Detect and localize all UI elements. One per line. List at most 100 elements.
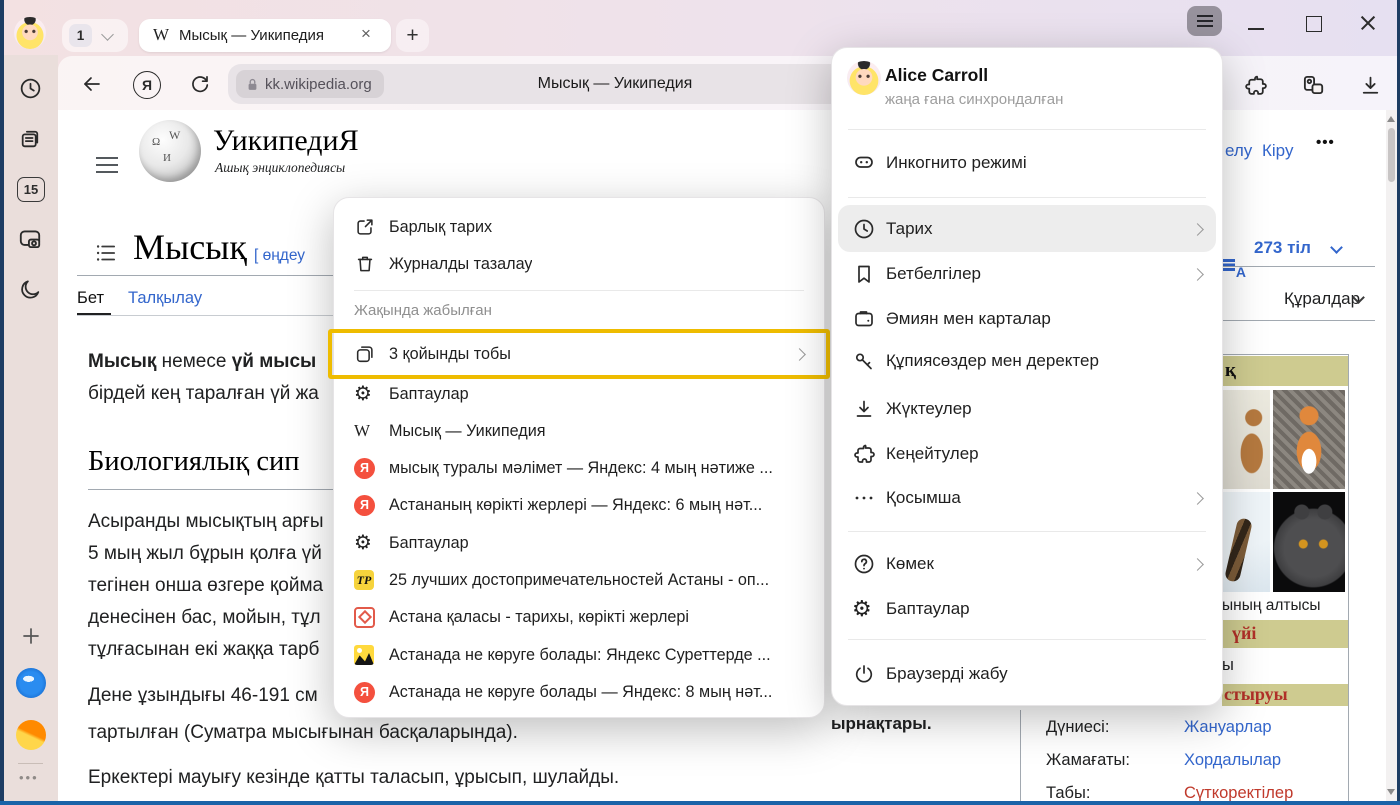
cat-photo[interactable]	[1273, 492, 1345, 592]
menu-item-settings[interactable]: ⚙ Баптаулар	[334, 377, 824, 411]
language-count[interactable]: 273 тіл	[1254, 238, 1311, 258]
edit-link[interactable]: [ өңдеу	[254, 247, 305, 265]
extensions-icon[interactable]	[1243, 73, 1268, 98]
download-icon[interactable]	[1358, 73, 1383, 98]
translate-icon: A	[1222, 256, 1246, 278]
gear-icon: ⚙	[354, 384, 380, 404]
history-entry-yandex-search[interactable]: Я мысық туралы мәлімет — Яндекс: 4 мың н…	[334, 451, 824, 485]
taxonomy-label: Жамағаты:	[1046, 751, 1130, 770]
history-entry-yandex-search[interactable]: Я Астананың көрікті жерлері — Яндекс: 6 …	[334, 488, 824, 522]
yandex-mail-icon[interactable]	[16, 720, 46, 750]
new-tab-button[interactable]: +	[396, 19, 429, 52]
tab-talk[interactable]: Талқылау	[128, 289, 202, 308]
wiki-menu-icon[interactable]	[96, 164, 118, 166]
history-entry-tripadvisor[interactable]: TP 25 лучших достопримечательностей Аста…	[334, 563, 824, 597]
scrollbar-thumb[interactable]	[1388, 128, 1395, 182]
tab-counter[interactable]: 1	[62, 19, 128, 52]
menu-item-close-browser[interactable]: Браузерді жабу	[832, 656, 1222, 692]
help-icon	[852, 552, 882, 576]
infobox-header-bar: үйі	[1222, 620, 1348, 648]
history-entry-yandex-images[interactable]: Астанада не көруге болады: Яндекс Суретт…	[334, 638, 824, 672]
history-entry-astana[interactable]: Астана қаласы - тарихы, көрікті жерлері	[334, 600, 824, 634]
infobox-title-fragment: қ	[1225, 360, 1236, 382]
clock-icon	[852, 217, 882, 241]
wiki-tagline: Ашық энциклопедиясы	[215, 160, 345, 176]
history-entry-wikipedia[interactable]: W Мысық — Уикипедия	[334, 414, 824, 448]
cat-photo[interactable]	[1222, 390, 1270, 489]
article-line: тартылған (Суматра мысығынан басқаларынд…	[88, 722, 518, 744]
menu-item-settings[interactable]: ⚙ Баптаулар	[334, 526, 824, 560]
menu-item-bookmarks[interactable]: Бетбелгілер	[832, 256, 1222, 292]
cat-photo[interactable]	[1273, 390, 1345, 489]
key-icon	[852, 349, 882, 373]
profile-name[interactable]: Alice Carroll	[885, 65, 988, 86]
infobox-header-fragment: үйі	[1232, 623, 1256, 644]
heading-rule	[88, 489, 335, 490]
menu-divider	[848, 197, 1206, 198]
menu-item-more[interactable]: Қосымша	[832, 480, 1222, 516]
history-entry-yandex-search[interactable]: Я Астанада не көруге болады — Яндекс: 8 …	[334, 675, 824, 709]
taxonomy-value[interactable]: Жануарлар	[1184, 718, 1272, 737]
screenshot-icon[interactable]	[17, 226, 43, 252]
browser-tab[interactable]: W Мысық — Уикипедия ×	[139, 19, 391, 52]
back-icon[interactable]	[80, 72, 104, 96]
yandex-button[interactable]: Я	[133, 71, 161, 99]
passwords-cards-icon[interactable]	[1300, 72, 1326, 98]
menu-item-extensions[interactable]: Кеңейтулер	[832, 436, 1222, 472]
scroll-down-icon[interactable]	[1387, 789, 1395, 795]
tab-page[interactable]: Бет	[77, 289, 104, 308]
taxonomy-value[interactable]: Хордалылар	[1184, 751, 1281, 770]
infobox-top-border	[1222, 354, 1348, 355]
sidebar-more-icon[interactable]: •••	[19, 770, 39, 785]
wiki-wordmark[interactable]: УикипедиЯ	[213, 124, 359, 158]
menu-button[interactable]	[1187, 6, 1222, 36]
profile-avatar[interactable]	[14, 17, 46, 49]
article-line: 5 мың жыл бұрын қолға үй	[88, 543, 322, 565]
history-sidebar-icon[interactable]	[18, 76, 43, 101]
tab-count-badge: 1	[69, 24, 92, 47]
chevron-right-icon	[1191, 223, 1204, 236]
scrollbar[interactable]	[1386, 110, 1397, 801]
wikipedia-globe-logo[interactable]: Ω W И	[139, 120, 201, 182]
window-minimize-button[interactable]	[1248, 28, 1264, 30]
window-close-button[interactable]	[1360, 15, 1376, 31]
globe-glyph: W	[169, 128, 180, 143]
menu-item-clear-history[interactable]: Журналды тазалау	[334, 247, 824, 281]
window-maximize-button[interactable]	[1306, 16, 1322, 32]
tab-close-icon[interactable]: ×	[361, 24, 371, 44]
scroll-up-icon[interactable]	[1387, 116, 1395, 122]
profile-avatar	[847, 61, 881, 95]
more-options-icon[interactable]: •••	[1316, 134, 1335, 151]
login-link[interactable]: Кіру	[1262, 141, 1293, 161]
menu-item-all-history[interactable]: Барлық тарих	[334, 210, 824, 244]
refresh-icon[interactable]	[188, 72, 212, 96]
dark-mode-moon-icon[interactable]	[18, 277, 43, 302]
cat-photo[interactable]	[1222, 492, 1270, 592]
globe-glyph: Ω	[152, 136, 160, 148]
title-rule	[77, 275, 335, 276]
infobox-row-fragment: ы	[1222, 656, 1234, 675]
menu-divider	[848, 531, 1206, 532]
menu-item-incognito[interactable]: Инкогнито режимі	[832, 145, 1222, 181]
menu-item-downloads[interactable]: Жүктеулер	[832, 391, 1222, 427]
tools-dropdown[interactable]: Құралдар	[1284, 289, 1360, 309]
incognito-mask-icon	[852, 151, 882, 175]
menu-item-settings[interactable]: ⚙ Баптаулар	[832, 591, 1222, 627]
yandex-browser-logo[interactable]	[16, 668, 46, 698]
add-panel-icon[interactable]	[19, 624, 43, 648]
feed-icon[interactable]	[18, 126, 43, 151]
menu-item-help[interactable]: Көмек	[832, 546, 1222, 582]
menu-item-wallet[interactable]: Әмиян мен карталар	[832, 301, 1222, 337]
infobox-header-fragment: стыруы	[1224, 684, 1288, 705]
account-link-fragment[interactable]: елу	[1225, 141, 1252, 161]
toc-icon[interactable]	[93, 240, 119, 266]
sync-status: жаңа ғана синхрондалған	[885, 91, 1063, 108]
menu-item-history[interactable]: Тарих	[832, 211, 1222, 247]
recently-closed-label: Жақында жабылған	[354, 302, 492, 319]
date-badge[interactable]: 15	[17, 177, 45, 202]
infobox-left-border	[1020, 710, 1021, 801]
wikipedia-icon: W	[354, 421, 380, 441]
menu-item-passwords[interactable]: Құпиясөздер мен деректер	[832, 343, 1222, 379]
yandex-icon: Я	[354, 458, 380, 479]
bookmark-icon	[852, 262, 882, 286]
